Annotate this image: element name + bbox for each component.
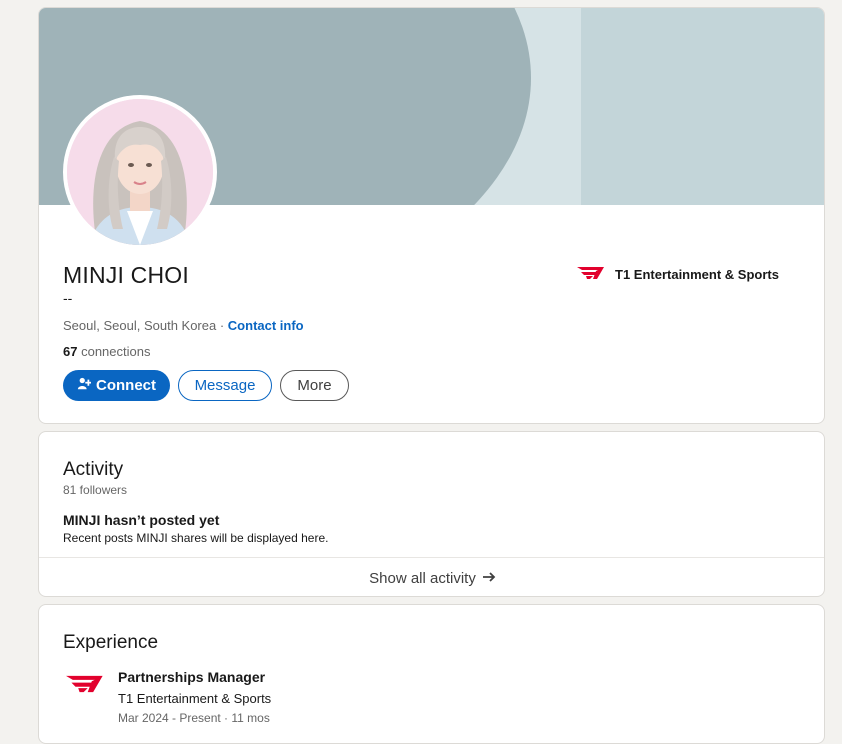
more-button[interactable]: More [280,370,349,401]
connections-count[interactable]: 67 connections [63,344,150,359]
current-company[interactable]: T1 Entertainment & Sports [577,266,779,283]
t1-logo-icon [577,266,605,283]
followers-count: 81 followers [63,483,128,497]
no-posts-subtitle: Recent posts MINJI shares will be displa… [63,531,329,545]
connect-label: Connect [96,377,156,394]
company-name: T1 Entertainment & Sports [615,267,779,282]
avatar-image [67,99,213,245]
profile-headline: -- [63,290,73,306]
connections-number: 67 [63,344,78,359]
add-person-icon [77,377,92,395]
connections-label: connections [81,344,151,359]
show-all-activity-button[interactable]: Show all activity [39,557,824,596]
profile-top-card: MINJI CHOI -- Seoul, Seoul, South Korea … [38,7,825,424]
experience-card: Experience Partnerships Manager T1 Enter… [38,604,825,744]
message-button[interactable]: Message [178,370,272,401]
arrow-right-icon [482,570,496,587]
avatar[interactable] [63,95,217,249]
no-posts-title: MINJI hasn’t posted yet [63,512,220,528]
activity-card: Activity 81 followers MINJI hasn’t poste… [38,431,825,597]
experience-role: Partnerships Manager [118,669,266,685]
experience-dates: Mar 2024 - Present · 11 mos [118,711,270,725]
show-all-label: Show all activity [369,570,476,587]
contact-info-link[interactable]: Contact info [228,318,304,333]
experience-title: Experience [63,632,159,653]
profile-location: Seoul, Seoul, South Korea · [63,318,225,333]
profile-location-line: Seoul, Seoul, South Korea · Contact info [63,318,304,333]
activity-title: Activity [63,459,124,480]
profile-name: MINJI CHOI [63,262,189,288]
experience-company: T1 Entertainment & Sports [118,691,272,706]
connect-button[interactable]: Connect [63,370,170,401]
t1-logo-icon[interactable] [66,674,104,699]
